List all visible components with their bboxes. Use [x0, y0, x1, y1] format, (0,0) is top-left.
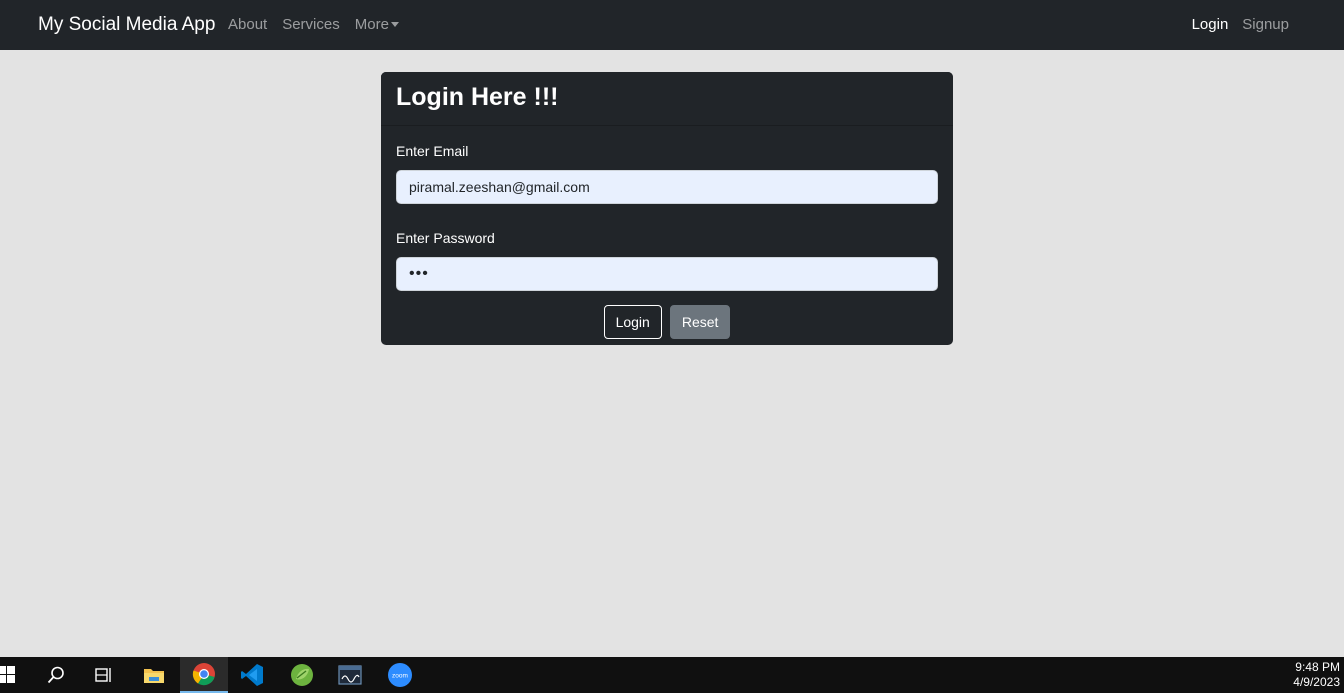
reset-button[interactable]: Reset	[669, 305, 731, 339]
login-card: Login Here !!! Enter Email Enter Passwor…	[381, 72, 953, 345]
taskbar: zoom 9:48 PM 4/9/2023	[0, 657, 1344, 693]
password-label: Enter Password	[396, 230, 495, 246]
login-card-title: Login Here !!!	[396, 83, 559, 111]
vscode-icon[interactable]	[228, 657, 276, 693]
caret-down-icon	[390, 21, 399, 27]
nav-left-group: About Services More	[228, 15, 414, 35]
mysql-workbench-icon[interactable]	[326, 657, 374, 693]
email-label: Enter Email	[396, 143, 469, 159]
clock-date: 4/9/2023	[1293, 675, 1340, 689]
system-clock[interactable]: 9:48 PM 4/9/2023	[1293, 660, 1340, 690]
email-input[interactable]	[396, 170, 938, 204]
nav-link-services[interactable]: Services	[282, 15, 340, 35]
login-form: Enter Email Enter Password Login Reset	[381, 126, 953, 339]
task-view-icon[interactable]	[80, 657, 128, 693]
windows-start-icon[interactable]	[0, 657, 32, 693]
search-icon[interactable]	[32, 657, 80, 693]
nav-dropdown-more-label: More	[354, 16, 389, 33]
file-explorer-icon[interactable]	[130, 657, 178, 693]
nav-link-signup[interactable]: Signup	[1242, 15, 1289, 35]
chrome-icon[interactable]	[180, 657, 228, 693]
password-input[interactable]	[396, 257, 938, 291]
login-card-header: Login Here !!!	[381, 72, 953, 126]
zoom-icon-text: zoom	[392, 673, 408, 680]
login-button[interactable]: Login	[603, 305, 662, 339]
nav-right-group: Login Signup	[1178, 15, 1289, 35]
nav-link-about[interactable]: About	[228, 15, 267, 35]
nav-link-login[interactable]: Login	[1192, 15, 1229, 35]
navbar: My Social Media App About Services More …	[0, 0, 1344, 50]
spring-tool-suite-icon[interactable]	[278, 657, 326, 693]
zoom-icon[interactable]: zoom	[376, 657, 424, 693]
form-button-row: Login Reset	[396, 305, 938, 339]
clock-time: 9:48 PM	[1295, 660, 1340, 674]
brand-link[interactable]: My Social Media App	[38, 13, 215, 37]
nav-dropdown-more[interactable]: More	[355, 15, 399, 35]
